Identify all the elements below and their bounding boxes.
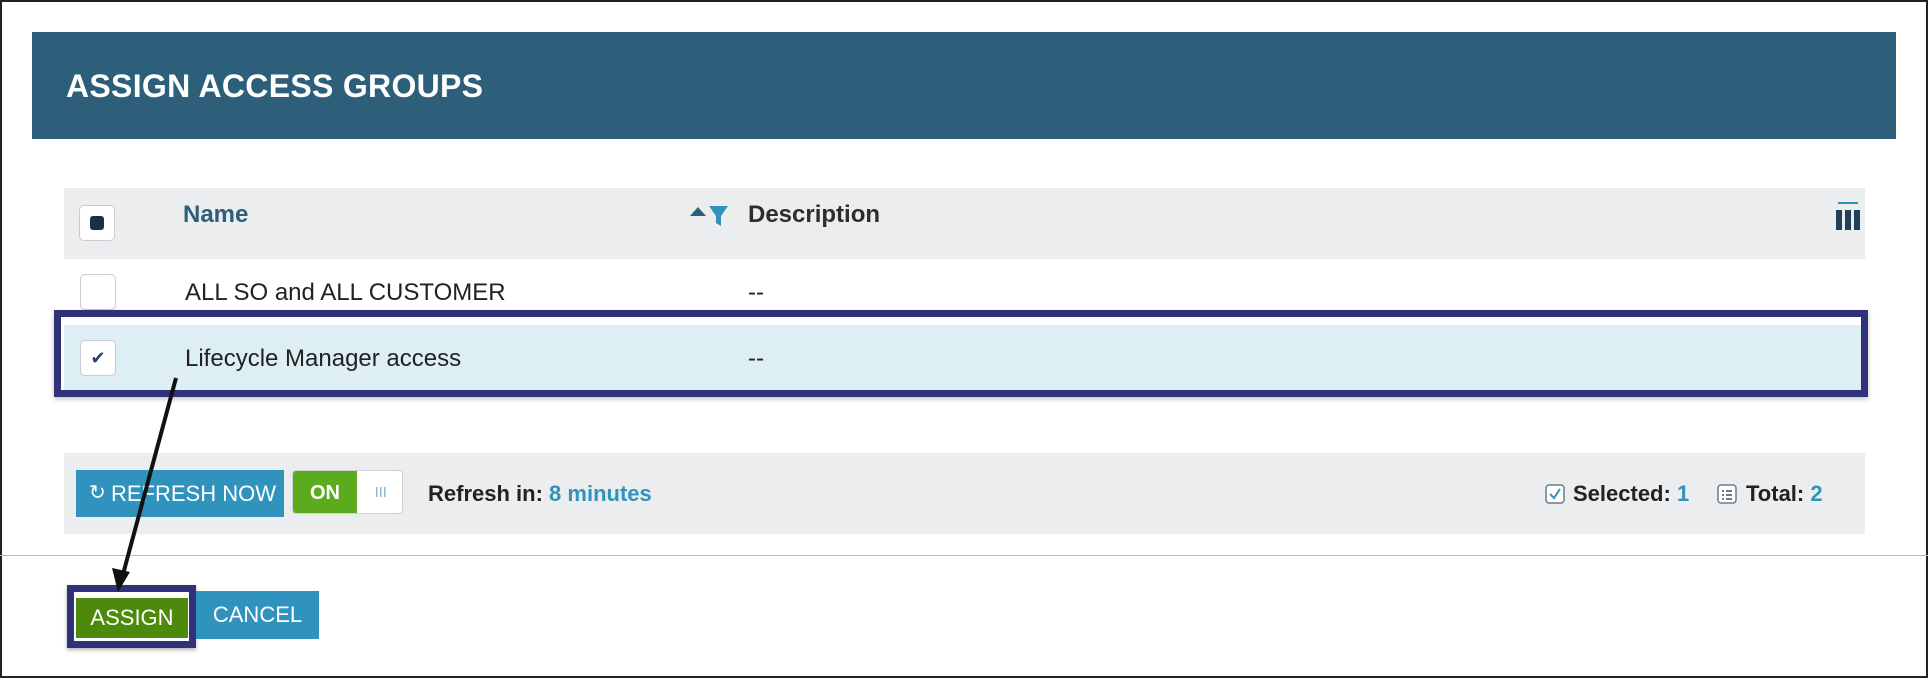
grid-toolbar: ↻ REFRESH NOW ON Refresh in: 8 minutes S… bbox=[64, 453, 1865, 534]
selected-label: Selected: bbox=[1573, 481, 1671, 506]
row-description-cell: -- bbox=[748, 279, 764, 306]
dialog-header: ASSIGN ACCESS GROUPS bbox=[32, 32, 1896, 139]
refresh-countdown: Refresh in: 8 minutes bbox=[428, 481, 652, 507]
row-highlight-annotation bbox=[54, 310, 1868, 397]
sort-filter-icon[interactable] bbox=[690, 204, 730, 228]
grid-header bbox=[64, 188, 1865, 259]
refresh-in-label: Refresh in: bbox=[428, 481, 543, 506]
toggle-on-label: ON bbox=[293, 471, 357, 513]
total-count-value: 2 bbox=[1810, 481, 1823, 506]
selected-count-value: 1 bbox=[1676, 481, 1690, 506]
toggle-grip-icon bbox=[376, 487, 386, 497]
selected-checkbox-icon bbox=[1545, 484, 1565, 504]
selected-count: Selected: 1 bbox=[1573, 481, 1689, 507]
annotation-arrow bbox=[112, 377, 178, 592]
footer-divider bbox=[0, 555, 1928, 556]
column-chooser-icon[interactable] bbox=[1836, 202, 1860, 230]
select-all-checkbox[interactable] bbox=[79, 205, 115, 241]
row-checkbox[interactable] bbox=[80, 274, 116, 310]
total-label: Total: bbox=[1746, 481, 1805, 506]
auto-refresh-toggle[interactable]: ON bbox=[292, 470, 403, 514]
refresh-in-value: 8 minutes bbox=[549, 481, 652, 506]
cancel-button[interactable]: CANCEL bbox=[196, 591, 319, 639]
row-name-cell: ALL SO and ALL CUSTOMER bbox=[185, 279, 506, 306]
list-icon bbox=[1717, 484, 1737, 504]
column-header-name[interactable]: Name bbox=[183, 201, 248, 229]
dialog-title: ASSIGN ACCESS GROUPS bbox=[66, 68, 484, 104]
column-header-description[interactable]: Description bbox=[748, 201, 880, 229]
total-count: Total: 2 bbox=[1746, 481, 1823, 507]
